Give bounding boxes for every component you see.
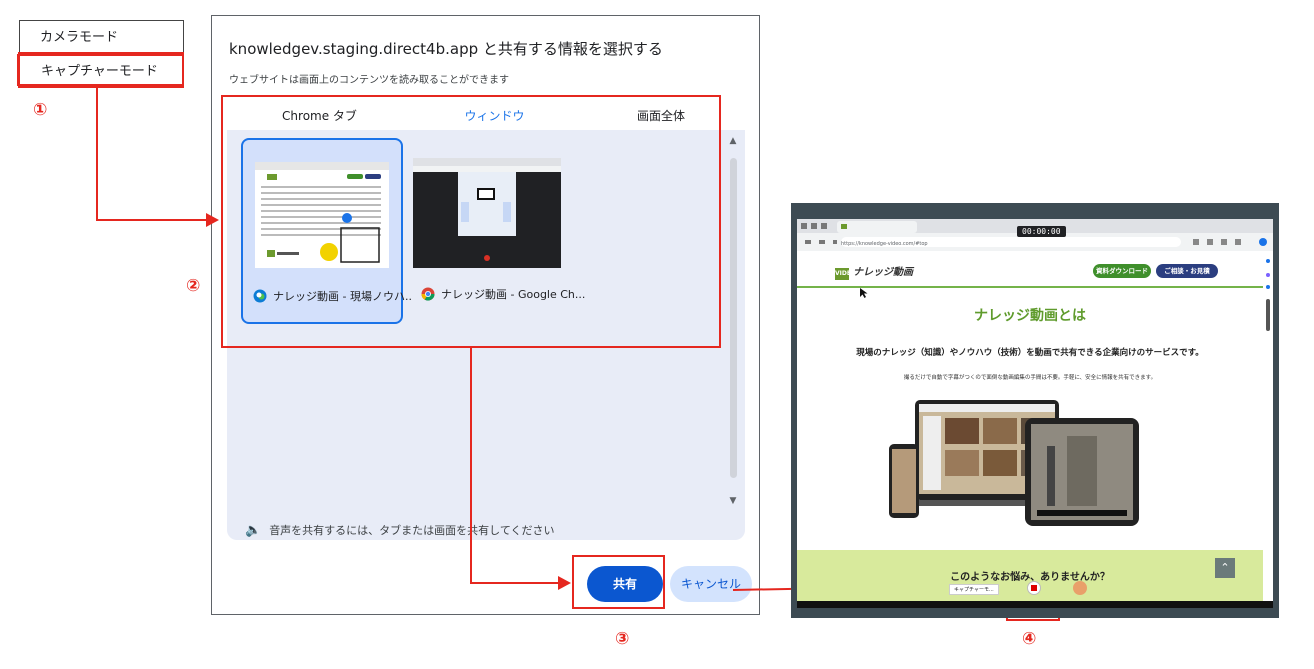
mouse-cursor-icon bbox=[860, 288, 868, 298]
connector-line bbox=[96, 88, 98, 220]
step-3-label: ③ bbox=[615, 629, 630, 649]
connector-line bbox=[470, 582, 560, 584]
problems-section: このようなお悩み、ありませんか？ ⌃ キャプチャーモ... bbox=[797, 550, 1263, 601]
mode-select[interactable]: キャプチャーモ... bbox=[949, 584, 999, 595]
scroll-thumb[interactable] bbox=[730, 158, 737, 478]
connector-line bbox=[96, 219, 208, 221]
taskbar-strip bbox=[797, 601, 1273, 608]
audio-note-text: 音声を共有するには、タブまたは画面を共有してください bbox=[269, 524, 555, 537]
step-1-label: ① bbox=[33, 100, 48, 120]
camera-mode-item[interactable]: カメラモード bbox=[20, 22, 183, 54]
hero-subtitle: 現場のナレッジ（知識）やノウハウ（技術）を動画で共有できる企業向けのサービスです… bbox=[856, 348, 1204, 358]
site-page: VIDEOナレッジ動画 資料ダウンロード ご相談・お見積 ナレッジ動画とは 現場… bbox=[797, 251, 1263, 601]
captured-window-preview: 00:00:00 https://knowledge-video.com/#to… bbox=[791, 203, 1279, 618]
devices-illustration bbox=[889, 400, 1139, 526]
dialog-title: knowledgev.staging.direct4b.app と共有する情報を… bbox=[229, 40, 663, 58]
address-bar-text: https://knowledge-video.com/#top bbox=[841, 241, 928, 247]
recording-timer: 00:00:00 bbox=[1017, 226, 1066, 237]
scroll-down-icon[interactable]: ▼ bbox=[727, 496, 739, 506]
audio-note: 🔈 音声を共有するには、タブまたは画面を共有してください bbox=[245, 522, 555, 538]
scroll-up-icon[interactable]: ▲ bbox=[727, 136, 739, 146]
step-2-label: ② bbox=[186, 276, 201, 296]
highlight-window-picker bbox=[221, 95, 721, 348]
cancel-button[interactable]: キャンセル bbox=[670, 566, 752, 602]
logo-text: ナレッジ動画 bbox=[853, 267, 913, 278]
highlight-share-button bbox=[572, 555, 665, 609]
connector-line bbox=[470, 348, 472, 584]
hero-description: 撮るだけで自動で字幕がつくので面倒な動画編集の手間は不要。手軽に、安全に情報を共… bbox=[903, 375, 1157, 381]
logo-badge: VIDEO bbox=[835, 268, 856, 280]
stop-recording-icon[interactable] bbox=[1027, 581, 1041, 595]
highlight-capture-mode bbox=[18, 52, 184, 88]
site-logo: VIDEOナレッジ動画 bbox=[835, 263, 913, 280]
speaker-icon: 🔈 bbox=[245, 523, 262, 538]
picker-scrollbar[interactable]: ▲ ▼ bbox=[727, 136, 739, 506]
hero-title: ナレッジ動画とは bbox=[974, 308, 1086, 324]
scroll-to-top-icon[interactable]: ⌃ bbox=[1215, 558, 1235, 578]
step-4-label: ④ bbox=[1022, 629, 1037, 649]
camera-bubble-icon[interactable] bbox=[1073, 581, 1087, 595]
contact-button[interactable]: ご相談・お見積 bbox=[1156, 264, 1218, 278]
download-materials-button[interactable]: 資料ダウンロード bbox=[1093, 264, 1151, 278]
site-scrollbar[interactable] bbox=[1263, 251, 1273, 601]
dialog-subtitle: ウェブサイトは画面上のコンテンツを読み取ることができます bbox=[229, 75, 509, 86]
